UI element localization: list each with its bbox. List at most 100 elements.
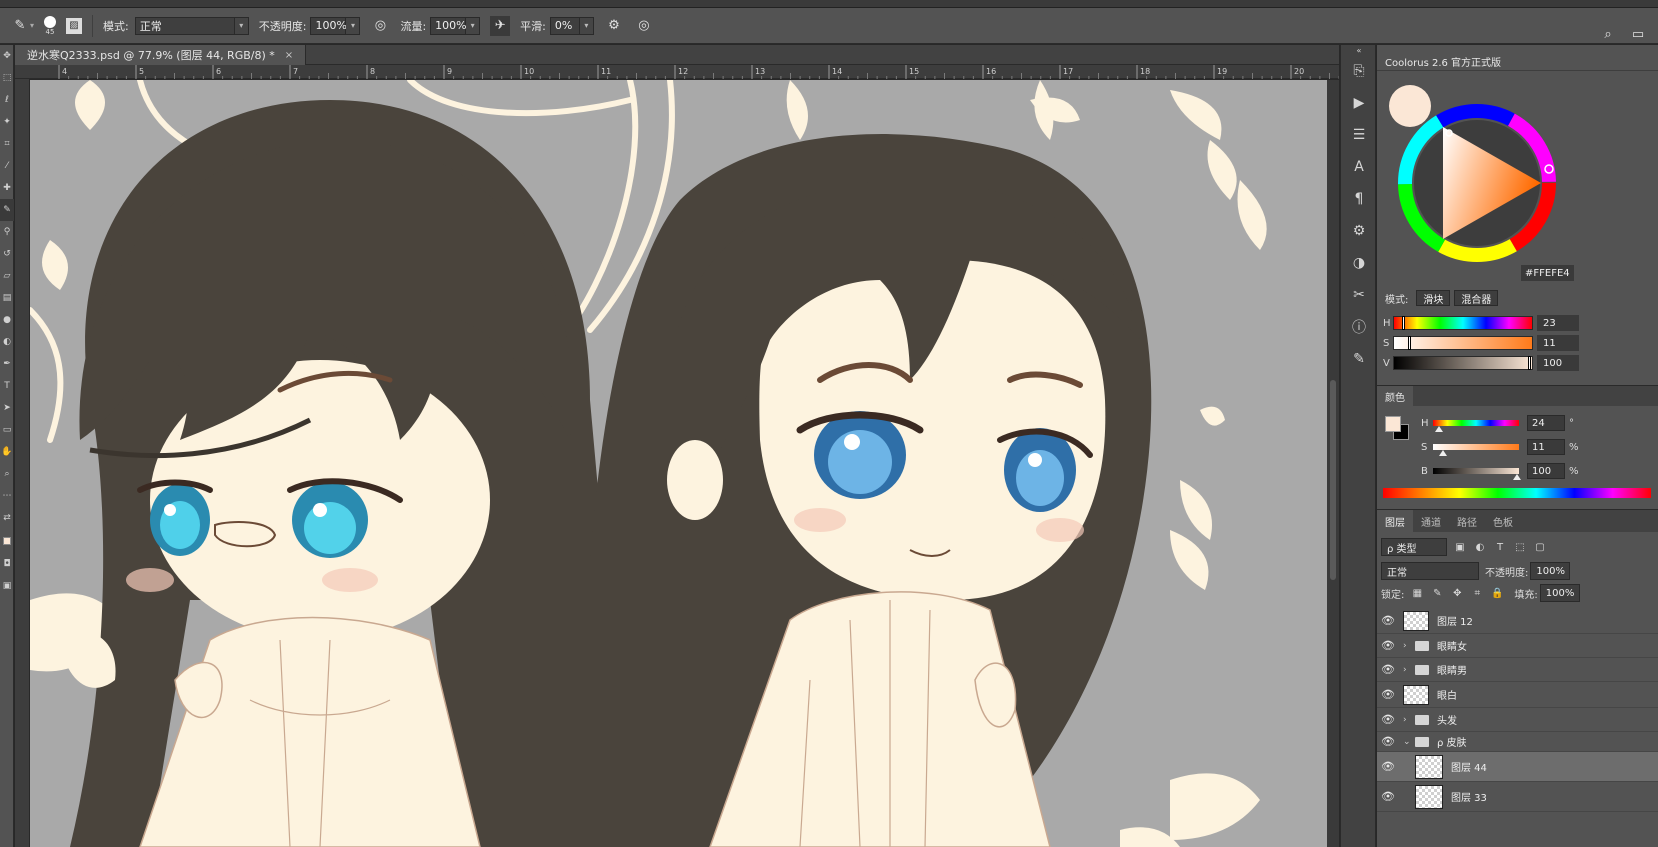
h-value[interactable]: 24 — [1527, 415, 1565, 431]
adjustment-filter-icon[interactable]: ◐ — [1473, 540, 1487, 554]
workspace-icon[interactable]: ▭ — [1628, 24, 1648, 44]
tab-paths[interactable]: 路径 — [1449, 510, 1485, 532]
crop-tool-icon[interactable]: ⌗ — [0, 133, 14, 155]
saturation-slider[interactable] — [1393, 336, 1533, 350]
h-marker[interactable] — [1435, 426, 1443, 432]
foreground-color[interactable] — [3, 537, 11, 545]
chevron-down-icon[interactable]: ▾ — [346, 16, 361, 35]
paragraph-icon[interactable]: ¶ — [1341, 183, 1377, 215]
chevron-down-icon[interactable]: ▾ — [234, 16, 249, 35]
layer-kind-filter[interactable]: ρ 类型 — [1381, 538, 1447, 556]
gradient-tool-icon[interactable]: ▤ — [0, 287, 14, 309]
lock-all-icon[interactable]: 🔒 — [1490, 586, 1504, 600]
lasso-tool-icon[interactable]: ℓ — [0, 89, 14, 111]
blend-mode-select[interactable]: 正常 — [1381, 562, 1479, 580]
chevron-down-icon[interactable]: ▾ — [466, 16, 481, 35]
chevron-down-icon[interactable]: ⌄ — [1403, 737, 1413, 747]
saturation-marker[interactable] — [1408, 336, 1411, 350]
more-tools-icon[interactable]: ⋯ — [0, 485, 14, 507]
hand-tool-icon[interactable]: ✋ — [0, 441, 14, 463]
s-value[interactable]: 11 — [1527, 439, 1565, 455]
smart-object-filter-icon[interactable]: ▢ — [1533, 540, 1547, 554]
eye-icon[interactable]: 👁 — [1377, 713, 1399, 726]
hue-value[interactable]: 23 — [1537, 315, 1579, 331]
value-value[interactable]: 100 — [1537, 355, 1579, 371]
info-icon[interactable]: ⓘ — [1341, 311, 1377, 343]
clone-source-icon[interactable]: ⚙ — [1341, 215, 1377, 247]
opacity-input[interactable]: 100% — [310, 16, 347, 35]
layer-row[interactable]: 👁 图层 33 — [1377, 782, 1658, 812]
layer-group-row[interactable]: 👁 ⌄ ρ 皮肤 — [1377, 732, 1658, 752]
blur-tool-icon[interactable]: ● — [0, 309, 14, 331]
tool-presets-icon[interactable]: ✂ — [1341, 279, 1377, 311]
chevron-right-icon[interactable]: › — [1403, 665, 1413, 675]
marquee-tool-icon[interactable]: ⬚ — [0, 67, 14, 89]
flow-input[interactable]: 100% — [430, 16, 467, 35]
b-slider[interactable] — [1433, 468, 1521, 480]
brush-settings-icon[interactable]: ✎ — [1341, 343, 1377, 375]
eye-icon[interactable]: 👁 — [1377, 639, 1399, 652]
mask-icon[interactable]: ◑ — [1341, 247, 1377, 279]
s-marker[interactable] — [1439, 450, 1447, 456]
layer-opacity-input[interactable]: 100% — [1530, 562, 1571, 580]
type-filter-icon[interactable]: T — [1493, 540, 1507, 554]
brush-panel-toggle[interactable]: ▨ — [66, 14, 83, 38]
tab-swatches[interactable]: 色板 — [1485, 510, 1521, 532]
zoom-tool-icon[interactable]: ⌕ — [0, 463, 14, 485]
move-tool-icon[interactable]: ✥ — [0, 45, 14, 67]
eraser-tool-icon[interactable]: ▱ — [0, 265, 14, 287]
character-icon[interactable]: A — [1341, 151, 1377, 183]
layer-row[interactable]: 👁 图层 12 — [1377, 608, 1658, 634]
lock-position-icon[interactable]: ✥ — [1450, 586, 1464, 600]
swap-colors-icon[interactable]: ⇄ — [0, 507, 14, 529]
collapse-arrows-icon[interactable]: « — [1341, 45, 1377, 55]
adjustments-icon[interactable]: ☰ — [1341, 119, 1377, 151]
history-icon[interactable]: ⎘ — [1341, 55, 1377, 87]
type-tool-icon[interactable]: T — [0, 375, 14, 397]
b-value[interactable]: 100 — [1527, 463, 1565, 479]
layer-row[interactable]: 👁 眼白 — [1377, 682, 1658, 708]
vertical-scrollbar[interactable] — [1327, 80, 1339, 847]
search-icon[interactable]: ⌕ — [1598, 24, 1618, 44]
hue-slider[interactable] — [1393, 316, 1533, 330]
layer-group-row[interactable]: 👁 › 头发 — [1377, 708, 1658, 732]
chevron-down-icon[interactable]: ▾ — [579, 16, 594, 35]
eye-icon[interactable]: 👁 — [1377, 614, 1399, 627]
hue-marker[interactable] — [1402, 316, 1405, 330]
pressure-opacity-toggle[interactable]: ◎ — [370, 14, 390, 38]
document-tab[interactable]: 逆水寒Q2333.psd @ 77.9% (图层 44, RGB/8) * × — [15, 45, 307, 65]
magic-wand-icon[interactable]: ✦ — [0, 111, 14, 133]
shape-filter-icon[interactable]: ⬚ — [1513, 540, 1527, 554]
shape-tool-icon[interactable]: ▭ — [0, 419, 14, 441]
actions-play-icon[interactable]: ▶ — [1341, 87, 1377, 119]
chevron-right-icon[interactable]: › — [1403, 641, 1413, 651]
eye-icon[interactable]: 👁 — [1377, 790, 1399, 803]
foreground-color[interactable] — [1385, 416, 1401, 432]
value-marker[interactable] — [1528, 356, 1531, 370]
layer-row-selected[interactable]: 👁 图层 44 — [1377, 752, 1658, 782]
s-slider[interactable] — [1433, 444, 1519, 456]
history-brush-icon[interactable]: ↺ — [0, 243, 14, 265]
healing-brush-icon[interactable]: ✚ — [0, 177, 14, 199]
h-slider[interactable] — [1433, 420, 1519, 432]
smoothing-settings[interactable]: ⚙ — [604, 14, 624, 38]
layer-group-row[interactable]: 👁 › 眼睛女 — [1377, 634, 1658, 658]
mode-select[interactable]: 正常 — [134, 16, 235, 35]
pressure-size-toggle[interactable]: ◎ — [634, 14, 654, 38]
close-icon[interactable]: × — [285, 50, 293, 61]
smoothing-input[interactable]: 0% — [549, 16, 580, 35]
tab-layers[interactable]: 图层 — [1377, 510, 1413, 532]
brush-tool-preset[interactable]: ✎ ▾ — [10, 14, 34, 38]
clone-stamp-icon[interactable]: ⚲ — [0, 221, 14, 243]
color-spectrum-ramp[interactable] — [1383, 488, 1651, 498]
color-wheel[interactable] — [1391, 97, 1563, 269]
lock-transparent-icon[interactable]: ▦ — [1410, 586, 1424, 600]
quick-mask-icon[interactable]: ◘ — [0, 553, 14, 575]
fill-input[interactable]: 100% — [1539, 584, 1580, 602]
b-marker[interactable] — [1513, 474, 1521, 480]
color-swatches[interactable] — [0, 529, 14, 553]
scrollbar-thumb[interactable] — [1330, 380, 1336, 580]
image-filter-icon[interactable]: ▣ — [1453, 540, 1467, 554]
brush-tool-icon[interactable]: ✎ — [0, 199, 14, 221]
value-slider[interactable] — [1393, 356, 1533, 370]
